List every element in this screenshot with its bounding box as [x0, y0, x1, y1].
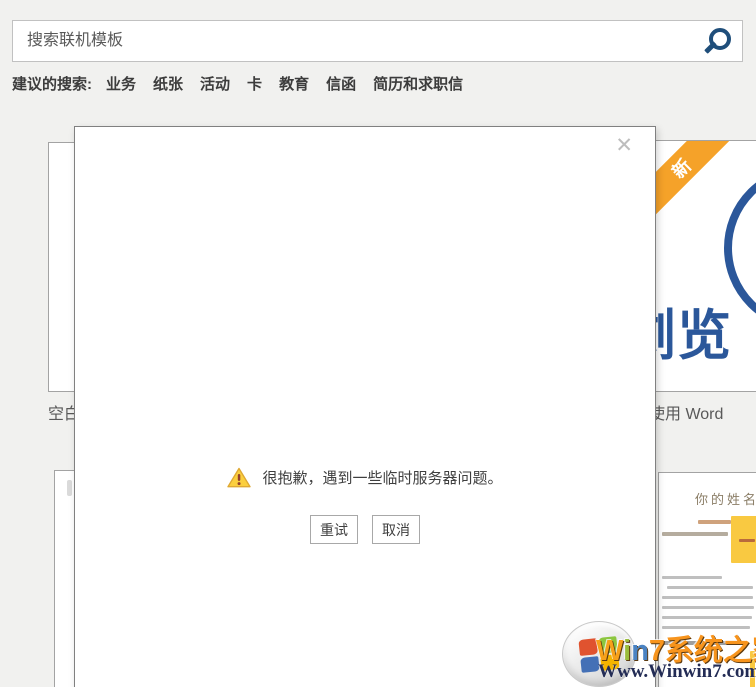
resume-subcaption-line	[662, 532, 728, 536]
template-preview-mark	[67, 480, 72, 496]
resume-text-line	[662, 606, 754, 609]
new-badge-ribbon: 新	[646, 141, 742, 229]
search-input[interactable]	[25, 31, 704, 51]
search-box	[12, 20, 743, 62]
close-icon[interactable]: ✕	[615, 135, 633, 156]
suggested-link-paper[interactable]: 纸张	[153, 73, 183, 94]
server-error-dialog: ✕ 很抱歉，遇到一些临时服务器问题。 重试 取消	[74, 126, 656, 687]
suggested-link-cards[interactable]: 卡	[247, 73, 262, 94]
error-message-text: 很抱歉，遇到一些临时服务器问题。	[262, 470, 503, 487]
resume-caption-line	[698, 520, 731, 524]
suggested-link-resume[interactable]: 简历和求职信	[373, 73, 463, 94]
resume-text-line	[667, 586, 753, 589]
search-icon[interactable]	[704, 25, 734, 57]
cancel-button[interactable]: 取消	[372, 515, 420, 544]
error-message-row: 很抱歉，遇到一些临时服务器问题。	[75, 467, 655, 488]
windows-flag-pane-red	[578, 637, 598, 655]
watermark-url-text: Www.Winwin7.com	[598, 661, 756, 682]
suggested-link-letters[interactable]: 信函	[326, 73, 356, 94]
suggested-link-events[interactable]: 活动	[200, 73, 230, 94]
new-badge-label: 新	[668, 155, 696, 183]
suggested-link-business[interactable]: 业务	[106, 73, 136, 94]
dialog-buttons-row: 重试 取消	[75, 515, 655, 544]
welcome-template-preview-title: 浏览	[646, 306, 732, 366]
suggested-link-education[interactable]: 教育	[279, 73, 309, 94]
template-card-welcome-word[interactable]: 新 浏览	[645, 140, 756, 392]
winwin7-watermark: Win7系统之家 Www.Winwin7.com	[556, 617, 756, 687]
resume-text-line	[662, 596, 753, 599]
warning-icon	[227, 467, 252, 488]
suggested-searches-label: 建议的搜索:	[12, 76, 92, 93]
word-new-template-screen: 建议的搜索: 业务 纸张 活动 卡 教育 信函 简历和求职信 新 浏览 空白文档…	[0, 0, 756, 687]
resume-text-line	[662, 576, 722, 579]
suggested-searches-row: 建议的搜索: 业务 纸张 活动 卡 教育 信函 简历和求职信	[12, 73, 480, 94]
retry-button[interactable]: 重试	[310, 515, 358, 544]
resume-yellow-block-text	[739, 539, 755, 542]
resume-name-text: 你的姓名	[695, 492, 756, 507]
